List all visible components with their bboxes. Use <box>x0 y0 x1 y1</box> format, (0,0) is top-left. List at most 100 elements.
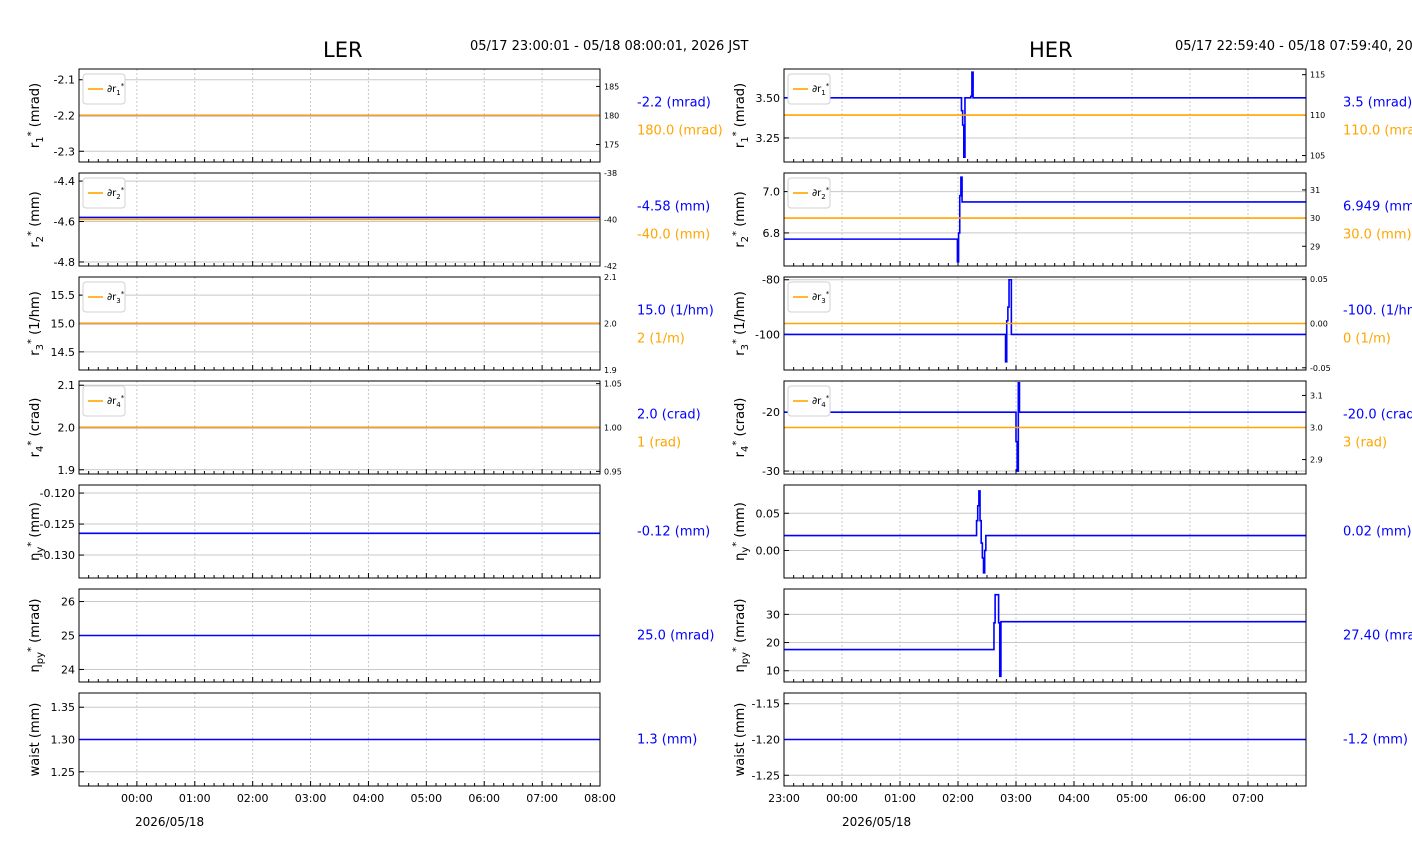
ler-date-label: 2026/05/18 <box>135 815 205 829</box>
her-panel-4-ylabel: r4* (crad) <box>731 398 751 458</box>
her-panel-1-ytick-label: 3.50 <box>756 92 781 105</box>
ler-panel-5-ytick-label: -0.120 <box>40 487 75 500</box>
ler-panel-7-ytick-label: 1.25 <box>51 766 76 779</box>
her-panel-3-setpoint-label: 0 (1/m) <box>1343 332 1391 347</box>
ler-panel-1-legend: ∂r1* <box>82 73 126 105</box>
ler-panel-5-frame <box>78 484 601 579</box>
her-xtick-label: 02:00 <box>942 792 974 805</box>
ler-panel-3-rtick-label: 1.9 <box>604 366 617 375</box>
ler-panel-5-value-label: -0.12 (mm) <box>637 525 710 540</box>
her-panel-2-value-label: 6.949 (mm) <box>1343 200 1412 215</box>
ler-panel-6-ylabel: ηpy* (mrad) <box>26 598 46 672</box>
her-xtick-label: 05:00 <box>1116 792 1148 805</box>
ler-panel-4-rtick-label: 1.00 <box>604 424 622 433</box>
ler-panel-3-value-label: 15.0 (1/hm) <box>637 304 714 319</box>
ler-panel-2-ylabel-text: r2* (mm) <box>26 191 46 247</box>
her-panel-6-ylabel-text: ηpy* (mrad) <box>731 598 751 672</box>
her-panel-4-rtick-label: 2.9 <box>1310 456 1323 465</box>
ler-panel-7-ytick-label: 1.30 <box>51 734 76 747</box>
ler-panel-2-ytick-label: -4.6 <box>54 216 75 229</box>
ler-panel-2-rtick-label: -38 <box>604 169 617 178</box>
ler-panel-5-ylabel-text: ηy* (mm) <box>26 502 46 561</box>
her-panel-4-setpoint-label: 3 (rad) <box>1343 436 1387 451</box>
her-panel-6-measured-line <box>784 593 1306 678</box>
ler-panel-3-rtick-label: 2.0 <box>604 320 617 329</box>
ler-panel-1-rtick-label: 185 <box>604 82 619 91</box>
her-panel-2-frame <box>783 172 1307 267</box>
her-xtick-label: 23:00 <box>768 792 800 805</box>
her-panel-7-ylabel: waist (mm) <box>733 703 748 777</box>
ler-panel-4-ytick-label: 2.0 <box>58 422 76 435</box>
ler-panel-1-ytick-label: -2.3 <box>54 145 75 158</box>
her-panel-3-legend: ∂r3* <box>787 281 831 313</box>
ler-panel-1-setpoint-label: 180.0 (mrad) <box>637 124 723 139</box>
ler-panel-4-ytick-label: 1.9 <box>58 464 76 477</box>
her-panel-2-ylabel-text: r2* (mm) <box>731 191 751 247</box>
her-panel-1-rtick-label: 105 <box>1310 152 1325 161</box>
ler-panel-2-rtick-label: -40 <box>604 216 617 225</box>
ler-xtick-label: 06:00 <box>468 792 500 805</box>
her-panel-6-value-label: 27.40 (mrad) <box>1343 629 1412 644</box>
her-panel-4-legend: ∂r4* <box>787 385 831 417</box>
ler-panel-3-ytick-label: 15.0 <box>51 318 76 331</box>
ler-panel-1-value-label: -2.2 (mrad) <box>637 96 711 111</box>
ler-panel-7-value-label: 1.3 (mm) <box>637 733 697 748</box>
her-panel-4-value-label: -20.0 (crad) <box>1343 408 1412 423</box>
her-panel-1-ytick-label: 3.25 <box>756 132 781 145</box>
ler-panel-3-legend: ∂r3* <box>82 281 126 313</box>
ler-xtick-label: 07:00 <box>526 792 558 805</box>
ler-panel-4-setpoint-label: 1 (rad) <box>637 436 681 451</box>
her-panel-3-rtick-label: 0.05 <box>1310 275 1328 284</box>
her-panel-5-frame <box>783 484 1307 579</box>
her-panel-3-rtick-label: 0.00 <box>1310 320 1328 329</box>
her-panel-3-value-label: -100. (1/hm) <box>1343 304 1412 319</box>
her-panel-1-setpoint-label: 110.0 (mrad) <box>1343 124 1412 139</box>
ler-panel-5-ytick-label: -0.125 <box>40 518 75 531</box>
ler-panel-7-ytick-label: 1.35 <box>51 701 76 714</box>
ler-xtick-label: 03:00 <box>295 792 327 805</box>
her-xtick-label: 06:00 <box>1174 792 1206 805</box>
ler-panel-1-ytick-label: -2.1 <box>54 74 75 87</box>
her-xtick-label: 01:00 <box>884 792 916 805</box>
her-panel-4-rtick-label: 3.1 <box>1310 391 1323 400</box>
ler-panel-7-ylabel-text: waist (mm) <box>28 703 43 777</box>
ler-panel-5-ylabel: ηy* (mm) <box>26 502 46 561</box>
her-panel-7-ylabel-text: waist (mm) <box>733 703 748 777</box>
ler-panel-4-value-label: 2.0 (crad) <box>637 408 701 423</box>
ler-panel-6-ytick-label: 25 <box>61 630 75 643</box>
ler-panel-6-value-label: 25.0 (mrad) <box>637 629 714 644</box>
her-panel-1-rtick-label: 115 <box>1310 71 1325 80</box>
ler-panel-2-setpoint-label: -40.0 (mm) <box>637 228 710 243</box>
her-panel-4-ytick-label: -20 <box>762 406 780 419</box>
her-panel-1-legend: ∂r1* <box>787 73 831 105</box>
her-panel-6-frame <box>783 588 1307 683</box>
ler-panel-1-ylabel: r1* (mrad) <box>26 83 46 148</box>
her-panel-7-ytick-label: -1.20 <box>752 734 780 747</box>
plot-canvas: -2.1 -2.2 -2.3 185 180 175 ∂r1* r1* (mrad) -2.2 … <box>26 68 1412 805</box>
ler-panel-4-legend: ∂r4* <box>82 385 126 417</box>
her-panel-2-ylabel: r2* (mm) <box>731 191 751 247</box>
her-panel-3-ytick-label: -100 <box>755 328 780 341</box>
ler-panel-4-rtick-label: 0.95 <box>604 467 622 476</box>
ler-panel-2-rtick-label: -42 <box>604 262 617 271</box>
ler-panel-6-ylabel-text: ηpy* (mrad) <box>26 598 46 672</box>
her-panel-2-ytick-label: 6.8 <box>763 227 781 240</box>
her-panel-5-value-label: 0.02 (mm) <box>1343 525 1412 540</box>
her-panel-5-ytick-label: 0.05 <box>756 507 781 520</box>
her-panel-1-rtick-label: 110 <box>1310 111 1325 120</box>
her-panel-3-ylabel: r3* (1/hm) <box>731 291 751 356</box>
figure: LER 05/17 23:00:01 - 05/18 08:00:01, 202… <box>0 0 1412 864</box>
her-xtick-label: 00:00 <box>826 792 858 805</box>
her-panel-2-rtick-label: 30 <box>1310 214 1320 223</box>
her-panel-5-ylabel: ηy* (mm) <box>731 502 751 561</box>
ler-panel-2-ytick-label: -4.4 <box>54 175 75 188</box>
ler-xtick-label: 08:00 <box>584 792 616 805</box>
her-panel-7-value-label: -1.2 (mm) <box>1343 733 1408 748</box>
ler-panel-4-ylabel: r4* (crad) <box>26 398 46 458</box>
her-panel-2-legend: ∂r2* <box>787 177 831 209</box>
ler-panel-1-ytick-label: -2.2 <box>54 110 75 123</box>
ler-xtick-label: 02:00 <box>237 792 269 805</box>
ler-xtick-label: 01:00 <box>179 792 211 805</box>
ler-panel-1-rtick-label: 180 <box>604 112 619 121</box>
her-panel-1-ylabel-text: r1* (mrad) <box>731 83 751 148</box>
